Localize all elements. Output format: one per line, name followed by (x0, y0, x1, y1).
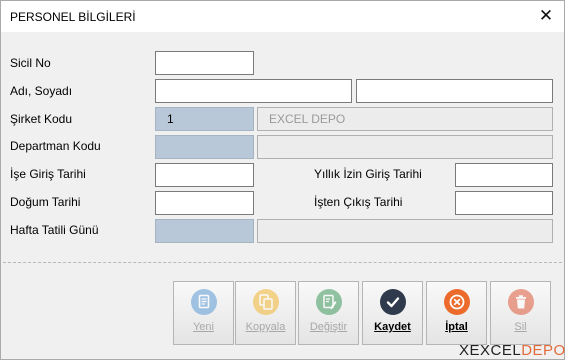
sicil-no-label: Sicil No (10, 56, 51, 70)
hafta-tatili-input[interactable] (155, 219, 254, 243)
hafta-tatili-label: Hafta Tatili Günü (10, 223, 99, 237)
kaydet-label: Kaydet (374, 321, 411, 333)
ise-giris-tarihi-label: İşe Giriş Tarihi (10, 167, 86, 181)
brand-prefix: X (459, 342, 470, 359)
sil-label: Sil (514, 321, 527, 333)
brand-text: EXCEL (469, 342, 522, 359)
trash-icon (508, 289, 534, 315)
divider (3, 262, 562, 263)
sil-button[interactable]: Sil (490, 281, 551, 345)
sicil-no-input[interactable] (155, 51, 254, 75)
departman-kodu-label: Departman Kodu (10, 139, 101, 153)
departman-adi-display (257, 135, 553, 159)
iptal-label: İptal (445, 321, 468, 333)
copy-icon (253, 289, 279, 315)
kaydet-button[interactable]: Kaydet (362, 281, 423, 345)
kopyala-button[interactable]: Kopyala (235, 281, 296, 345)
departman-kodu-input[interactable] (155, 135, 254, 159)
dogum-tarihi-input[interactable] (155, 191, 254, 215)
yillik-izin-label: Yıllık İzin Giriş Tarihi (314, 167, 422, 181)
degistir-label: Değiştir (309, 321, 348, 333)
dogum-tarihi-label: Doğum Tarihi (10, 195, 81, 209)
isten-cikis-label: İşten Çıkış Tarihi (314, 195, 403, 209)
window-title: PERSONEL BİLGİLERİ (10, 10, 136, 24)
adi-input[interactable] (155, 79, 352, 103)
yeni-label: Yeni (192, 321, 214, 333)
isten-cikis-input[interactable] (455, 191, 553, 215)
document-icon (191, 289, 217, 315)
check-icon (380, 289, 406, 315)
sirket-kodu-label: Şirket Kodu (10, 112, 73, 126)
yillik-izin-input[interactable] (455, 163, 553, 187)
edit-icon (316, 289, 342, 315)
title-bar: PERSONEL BİLGİLERİ ✕ (1, 1, 564, 32)
brand-logo: XEXCELDEPO (459, 342, 565, 359)
cancel-icon (444, 289, 470, 315)
hafta-tatili-adi-display (257, 219, 553, 243)
soyadi-input[interactable] (356, 79, 553, 103)
personel-window: PERSONEL BİLGİLERİ ✕ Sicil No Adı, Soyad… (0, 0, 565, 360)
sirket-kodu-input[interactable] (155, 107, 254, 131)
degistir-button[interactable]: Değiştir (298, 281, 359, 345)
adi-soyadi-label: Adı, Soyadı (10, 84, 73, 98)
ise-giris-tarihi-input[interactable] (155, 163, 254, 187)
kopyala-label: Kopyala (245, 321, 286, 333)
sirket-adi-display (257, 107, 553, 131)
brand-accent: DEPO (521, 342, 565, 359)
close-icon[interactable]: ✕ (534, 4, 558, 28)
iptal-button[interactable]: İptal (426, 281, 487, 345)
yeni-button[interactable]: Yeni (173, 281, 234, 345)
